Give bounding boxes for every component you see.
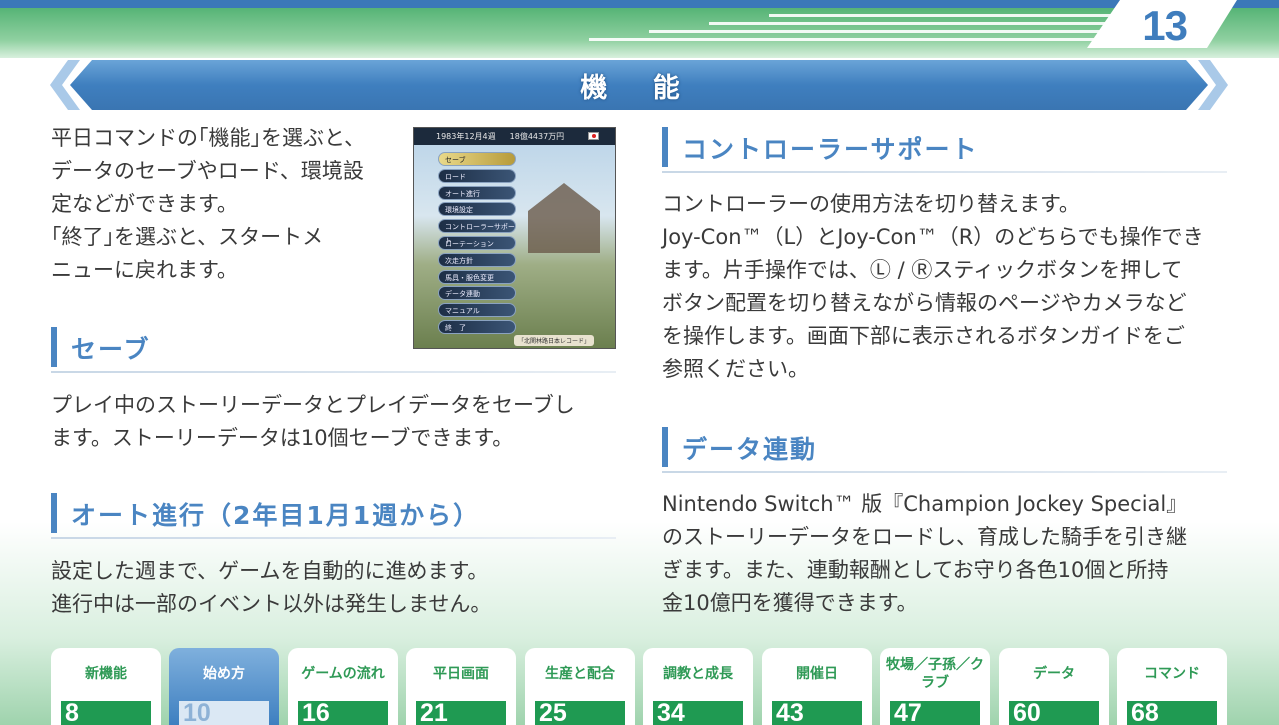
auto-line: 設定した週まで、ゲームを自動的に進めます。 (51, 559, 489, 583)
page-number: 13 (1142, 2, 1188, 49)
intro-line: 平日コマンドの｢機能｣を選ぶと、 (51, 126, 366, 150)
tab-page-number: 10 (179, 701, 269, 725)
banner-stripe (589, 38, 1129, 41)
data-link-line: 金10億円を獲得できます。 (662, 591, 918, 615)
tab-breeding[interactable]: 生産と配合 25 (525, 648, 635, 725)
heading-rule (51, 537, 616, 539)
tab-training[interactable]: 調教と成長 34 (643, 648, 753, 725)
heading-label: オート進行（2年目1月1週から） (71, 501, 481, 530)
auto-paragraph: 設定した週まで、ゲームを自動的に進めます。 進行中は一部のイベント以外は発生しま… (51, 555, 626, 621)
bottom-tab-bar: 新機能 8 始め方 10 ゲームの流れ 16 平日画面 21 生産と配合 25 … (51, 648, 1231, 725)
tab-label: ゲームの流れ (301, 666, 385, 682)
controller-line: を操作します。画面下部に表示されるボタンガイドをご (662, 324, 1185, 348)
tab-weekday-screen[interactable]: 平日画面 21 (406, 648, 516, 725)
screenshot-menu: セーブ ロード オート進行 環境設定 コントローラーサポート ローテーション 次… (438, 152, 516, 337)
tab-label: コマンド (1144, 666, 1200, 682)
tab-label: 始め方 (203, 666, 245, 682)
tab-page-number: 60 (1009, 701, 1099, 725)
banner-stripe (709, 22, 1129, 25)
heading-data-link: データ連動 (662, 427, 1227, 473)
data-link-paragraph: Nintendo Switch™ 版『Champion Jockey Speci… (662, 488, 1237, 620)
heading-save: セーブ (51, 327, 616, 373)
intro-line: 定などができます。 (51, 192, 238, 216)
data-link-line: のストーリーデータをロードし、育成した騎手を引き継 (662, 525, 1187, 549)
save-paragraph: プレイ中のストーリーデータとプレイデータをセーブし ます。ストーリーデータは10… (51, 389, 626, 455)
tab-page-number: 21 (416, 701, 506, 725)
tab-page-number: 25 (535, 701, 625, 725)
controller-paragraph: コントローラーの使用方法を切り替えます。 Joy-Con™（L）とJoy-Con… (662, 188, 1237, 386)
tab-page-number: 47 (890, 701, 980, 725)
page-title: 機 能 (580, 72, 698, 104)
game-screenshot: 1983年12月4週 18億4437万円 セーブ ロード オート進行 環境設定 … (413, 127, 616, 349)
heading-bar (51, 327, 57, 367)
tab-page-number: 43 (772, 701, 862, 725)
heading-label: データ連動 (682, 435, 818, 464)
tab-page-number: 68 (1127, 701, 1217, 725)
tab-getting-started[interactable]: 始め方 10 (169, 648, 279, 725)
controller-line: Joy-Con™（L）とJoy-Con™（R）のどちらでも操作でき (662, 225, 1204, 249)
data-link-line: ぎます。また、連動報酬としてお守り各色10個と所持 (662, 558, 1169, 582)
title-ribbon: 機 能 (70, 60, 1208, 110)
top-banner (0, 0, 1279, 58)
controller-line: コントローラーの使用方法を切り替えます。 (662, 192, 1080, 216)
save-line: プレイ中のストーリーデータとプレイデータをセーブし (51, 393, 575, 417)
intro-line: データのセーブやロード、環境設 (51, 159, 364, 183)
tab-label: 平日画面 (433, 666, 489, 682)
heading-controller: コントローラーサポート (662, 127, 1227, 173)
menu-item-rotation: ローテーション (438, 235, 516, 250)
intro-line: ニューに戻れます。 (51, 258, 238, 282)
tab-new-features[interactable]: 新機能 8 (51, 648, 161, 725)
heading-rule (662, 471, 1227, 473)
tab-game-flow[interactable]: ゲームの流れ 16 (288, 648, 398, 725)
controller-line: ます。片手操作では、Ⓛ / Ⓡスティックボタンを押して (662, 258, 1183, 282)
menu-item-data-link: データ連動 (438, 286, 516, 301)
farmhouse-image (528, 183, 600, 253)
tab-ranch[interactable]: 牧場／子孫／クラブ 47 (880, 648, 990, 725)
intro-paragraph: 平日コマンドの｢機能｣を選ぶと、 データのセーブやロード、環境設 定などができま… (51, 122, 396, 287)
menu-item-auto: オート進行 (438, 185, 516, 200)
intro-line: ｢終了｣を選ぶと、スタートメ (51, 225, 324, 249)
menu-item-gear: 馬具・服色変更 (438, 269, 516, 284)
heading-bar (51, 493, 57, 533)
tab-page-number: 34 (653, 701, 743, 725)
flag-icon (588, 132, 599, 140)
tab-label: 牧場／子孫／クラブ (886, 657, 984, 691)
menu-item-load: ロード (438, 168, 516, 183)
save-line: ます。ストーリーデータは10個セーブできます。 (51, 426, 514, 450)
menu-item-manual: マニュアル (438, 303, 516, 318)
tab-label: 新機能 (85, 666, 127, 682)
heading-bar (662, 427, 668, 467)
tab-label: 生産と配合 (545, 666, 615, 682)
menu-item-controller: コントローラーサポート (438, 219, 516, 245)
menu-item-next-race: 次走方針 (438, 252, 516, 267)
tab-commands[interactable]: コマンド 68 (1117, 648, 1227, 725)
hud-money: 18億4437万円 (509, 132, 565, 141)
screenshot-hud: 1983年12月4週 18億4437万円 (414, 128, 615, 145)
tab-page-number: 16 (298, 701, 388, 725)
controller-line: ボタン配置を切り替えながら情報のページやカメラなど (662, 291, 1187, 315)
auto-line: 進行中は一部のイベント以外は発生しません。 (51, 592, 492, 616)
tab-label: データ (1033, 666, 1075, 682)
heading-rule (662, 171, 1227, 173)
heading-label: コントローラーサポート (682, 135, 979, 164)
data-link-line: Nintendo Switch™ 版『Champion Jockey Speci… (662, 492, 1188, 516)
tab-race-day[interactable]: 開催日 43 (762, 648, 872, 725)
heading-auto: オート進行（2年目1月1週から） (51, 493, 616, 539)
heading-rule (51, 371, 616, 373)
tab-data[interactable]: データ 60 (999, 648, 1109, 725)
heading-bar (662, 127, 668, 167)
tab-page-number: 8 (61, 701, 151, 725)
controller-line: 参照ください。 (662, 357, 809, 381)
banner-stripe (769, 14, 1129, 17)
menu-item-settings: 環境設定 (438, 202, 516, 217)
heading-label: セーブ (71, 335, 151, 364)
hud-date: 1983年12月4週 (436, 132, 496, 141)
tab-label: 調教と成長 (663, 666, 733, 682)
banner-stripe (649, 30, 1129, 33)
tab-label: 開催日 (796, 666, 838, 682)
menu-item-save: セーブ (438, 152, 516, 166)
